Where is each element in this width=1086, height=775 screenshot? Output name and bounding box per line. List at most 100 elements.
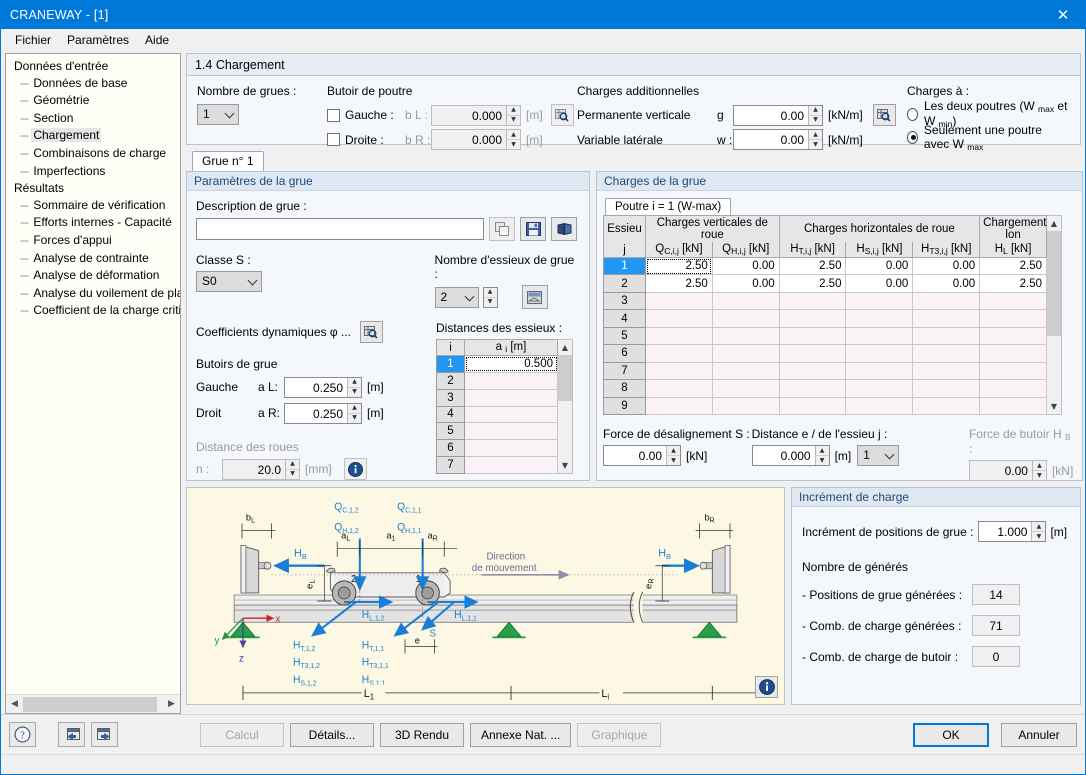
cell-hs[interactable] <box>845 379 914 398</box>
axles-count-value[interactable]: 2 <box>434 286 479 308</box>
row-index[interactable]: 1 <box>436 355 465 373</box>
tree-horizontal-scrollbar[interactable]: ◀ ▶ <box>6 694 180 713</box>
tree-item-geometrie[interactable]: --- Géométrie <box>10 92 180 110</box>
tree-item-imperfections[interactable]: --- Imperfections <box>10 163 180 181</box>
distance-axle-select[interactable]: 1 <box>857 445 900 466</box>
spin-down-icon[interactable]: ▼ <box>1033 471 1046 480</box>
cell-hl[interactable] <box>979 396 1047 415</box>
wheel-distance-input[interactable]: 20.0 ▲ ▼ <box>222 458 300 480</box>
cell-ht3[interactable] <box>912 291 981 311</box>
scroll-down-icon[interactable]: ▼ <box>1047 399 1061 414</box>
tree-item-chargement[interactable]: --- Chargement <box>10 127 180 145</box>
tree-item-donnees-de-base[interactable]: --- Données de base <box>10 75 180 93</box>
scroll-down-icon[interactable]: ▼ <box>558 458 572 473</box>
menu-item-parametres[interactable]: Paramètres <box>59 31 137 49</box>
scroll-right-icon[interactable]: ▶ <box>163 696 180 713</box>
graphique-button[interactable]: Graphique <box>577 722 662 747</box>
row-index[interactable]: 5 <box>436 422 465 441</box>
render3d-button[interactable]: 3D Rendu <box>380 722 464 747</box>
cell-hl[interactable] <box>979 291 1047 311</box>
row-value[interactable]: 0.500 <box>464 355 558 373</box>
row-index[interactable]: 4 <box>436 405 465 424</box>
variable-lateral-spinner[interactable]: ▲ ▼ <box>808 130 822 149</box>
row-value[interactable] <box>464 388 558 407</box>
axle-table-scrollbar[interactable]: ▲ ▼ <box>558 339 573 474</box>
cell-qc[interactable] <box>645 396 713 415</box>
cell-hl[interactable]: 2.50 <box>979 256 1047 276</box>
spin-up-icon[interactable]: ▲ <box>507 130 520 140</box>
spin-up-icon[interactable]: ▲ <box>815 446 829 456</box>
cell-ht[interactable] <box>778 361 847 381</box>
table-row[interactable]: 7 <box>436 456 558 474</box>
row-value[interactable] <box>464 456 558 474</box>
scroll-track[interactable] <box>558 355 572 458</box>
cell-ht[interactable] <box>778 396 847 415</box>
cell-hl[interactable] <box>979 344 1047 363</box>
crane-library-button[interactable] <box>551 217 577 241</box>
ok-button[interactable]: OK <box>913 722 989 747</box>
row-index[interactable]: 8 <box>603 379 646 398</box>
cell-qc[interactable] <box>645 326 713 346</box>
cell-ht[interactable] <box>778 291 847 311</box>
wheel-distance-spinner[interactable]: ▲ ▼ <box>285 459 299 479</box>
cell-qh[interactable] <box>711 291 780 311</box>
row-index[interactable]: 4 <box>603 309 646 328</box>
cell-hs[interactable] <box>845 291 914 311</box>
cell-hl[interactable] <box>979 309 1047 328</box>
buffer-left-param-input[interactable]: 0.250 ▲ ▼ <box>284 376 362 398</box>
cell-qc[interactable]: 2.50 <box>645 256 713 276</box>
table-row[interactable]: 7 <box>603 361 1047 381</box>
axles-count-select[interactable]: 2 <box>434 286 479 308</box>
table-row[interactable]: 6 <box>436 439 558 458</box>
spin-up-icon[interactable]: ▲ <box>1032 522 1046 532</box>
cell-qc[interactable] <box>645 291 713 311</box>
row-value[interactable] <box>464 405 558 424</box>
diagram-info-button[interactable] <box>755 676 778 698</box>
row-value[interactable] <box>464 422 558 441</box>
cell-hl[interactable] <box>979 379 1047 398</box>
help-button[interactable]: ? <box>9 722 36 747</box>
cell-hs[interactable] <box>845 309 914 328</box>
table-row[interactable]: 3 <box>603 291 1047 311</box>
cell-qc[interactable] <box>645 361 713 381</box>
previous-button[interactable] <box>58 722 85 747</box>
annexe-nat-button[interactable]: Annexe Nat. ... <box>470 722 572 747</box>
buffer-right-param-input[interactable]: 0.250 ▲ ▼ <box>284 402 362 424</box>
cell-ht[interactable] <box>778 379 847 398</box>
wheel-distance-info-button[interactable] <box>343 458 367 480</box>
cell-qc[interactable] <box>645 309 713 328</box>
cell-qh[interactable] <box>711 379 780 398</box>
axles-config-button[interactable] <box>521 285 548 309</box>
spin-down-icon[interactable]: ▼ <box>484 298 497 307</box>
cell-ht3[interactable] <box>912 379 981 398</box>
increment-step-input[interactable]: 1.000 ▲ ▼ <box>978 521 1047 542</box>
spin-down-icon[interactable]: ▼ <box>667 456 680 465</box>
row-index[interactable]: 7 <box>603 361 646 381</box>
buffer-force-input[interactable]: 0.00 ▲ ▼ <box>968 460 1047 481</box>
loads-at-one-radio[interactable] <box>907 130 918 144</box>
cell-qc[interactable] <box>645 344 713 363</box>
cell-qh[interactable] <box>711 344 780 363</box>
row-index[interactable]: 3 <box>436 388 465 407</box>
increment-step-spinner[interactable]: ▲ ▼ <box>1031 522 1046 541</box>
loads-at-one-row[interactable]: Seulement une poutre avec W max <box>907 123 1070 152</box>
row-index[interactable]: 1 <box>603 256 646 276</box>
spin-down-icon[interactable]: ▼ <box>816 456 829 465</box>
scroll-thumb[interactable] <box>1047 231 1061 336</box>
spin-up-icon[interactable]: ▲ <box>507 106 520 116</box>
scroll-track[interactable] <box>23 695 163 713</box>
scroll-left-icon[interactable]: ◀ <box>6 696 23 713</box>
tree-item-forces-appui[interactable]: --- Forces d'appui <box>10 232 180 250</box>
crane-description-input[interactable] <box>196 218 484 240</box>
spin-down-icon[interactable]: ▼ <box>507 140 520 149</box>
cell-ht3[interactable] <box>912 344 981 363</box>
tree-item-section[interactable]: --- Section <box>10 110 180 128</box>
tree-group-donnees-entree[interactable]: Données d'entrée <box>10 58 180 75</box>
cell-qc[interactable]: 2.50 <box>645 274 713 293</box>
buffer-right-param-spinner[interactable]: ▲ ▼ <box>347 403 361 423</box>
additional-loads-detail-button[interactable] <box>872 104 896 126</box>
table-row[interactable]: 9 <box>603 396 1047 415</box>
cell-ht3[interactable] <box>912 361 981 381</box>
skew-force-input[interactable]: 0.00 ▲ ▼ <box>603 445 681 466</box>
tree-item-analyse-de-deformation[interactable]: --- Analyse de déformation <box>10 267 180 285</box>
